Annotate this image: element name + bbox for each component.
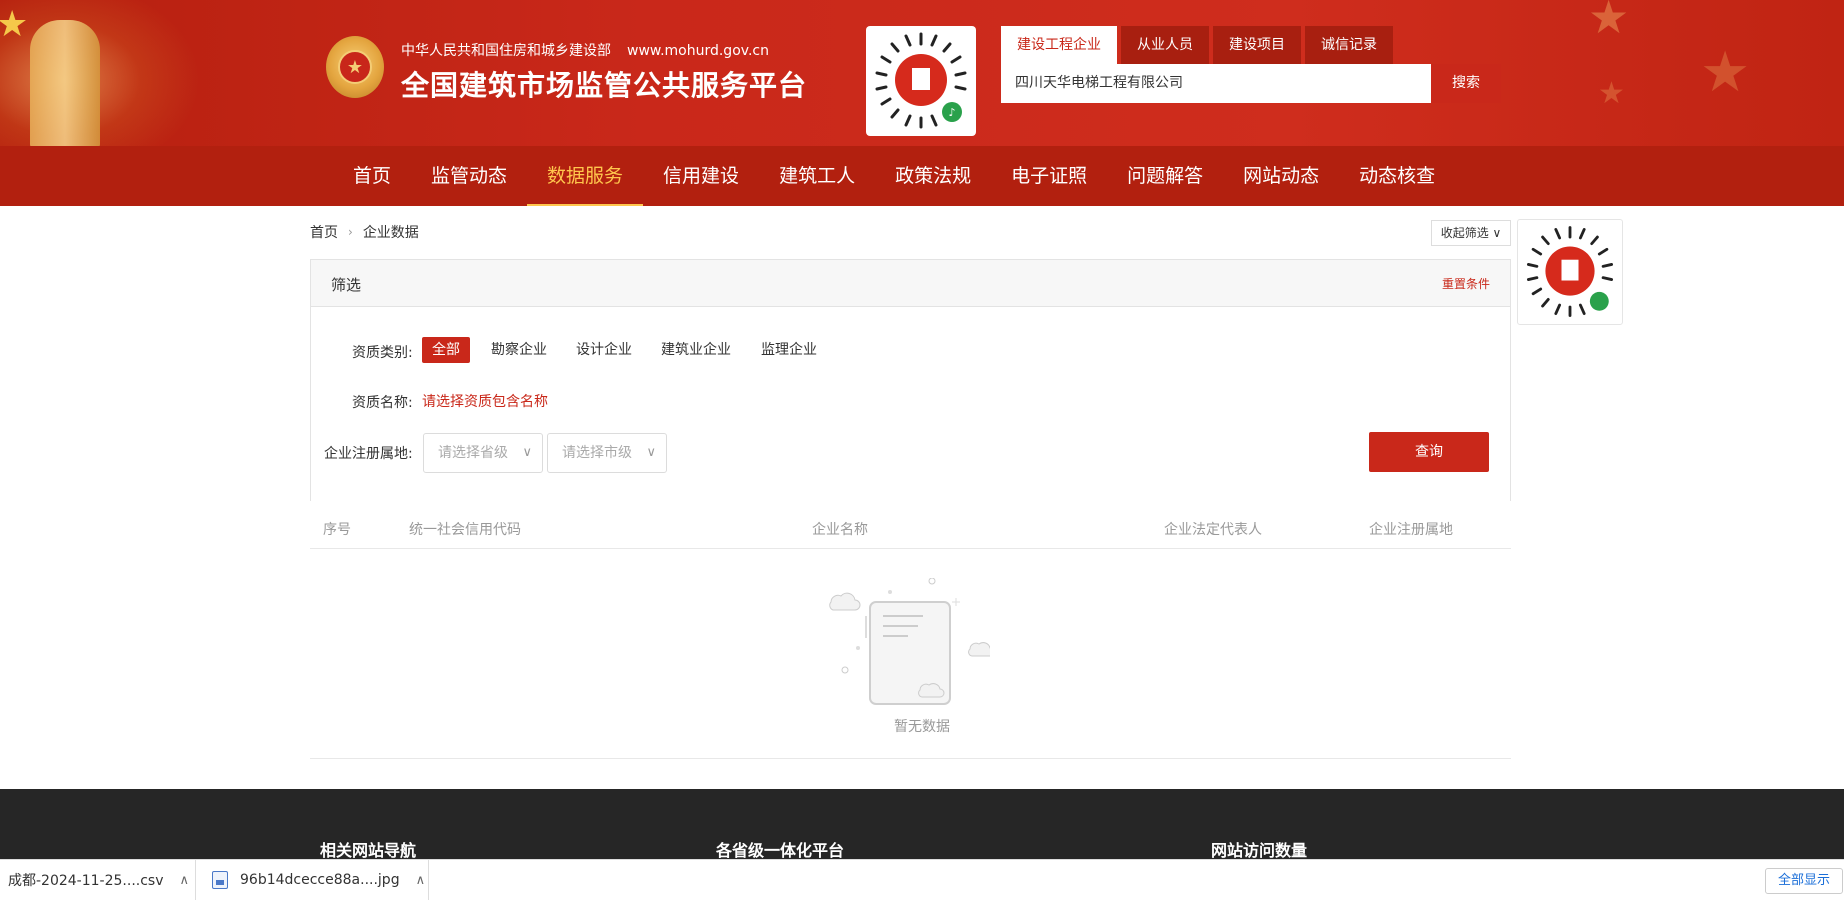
column-index: 序号 [323,522,351,538]
qual-type-construction[interactable]: 建筑业企业 [651,337,741,363]
collapse-filter-label: 收起筛选 [1440,226,1489,240]
nav-item-site-news[interactable]: 网站动态 [1223,146,1339,206]
province-select-placeholder: 请选择省级 [438,445,508,461]
site-url[interactable]: www.mohurd.gov.cn [627,43,769,59]
nav-item-workers[interactable]: 建筑工人 [759,146,875,206]
nav-item-policies[interactable]: 政策法规 [875,146,991,206]
filter-title: 筛选 [331,276,362,294]
search-tab-projects[interactable]: 建设项目 [1213,26,1301,64]
footer-visit-count: 网站访问数量 [1211,841,1308,860]
chevron-down-icon: ∨ [646,445,656,460]
search-tab-companies[interactable]: 建设工程企业 [1001,26,1117,64]
ministry-name: 中华人民共和国住房和城乡建设部 [401,43,611,59]
nav-item-credit[interactable]: 信用建设 [643,146,759,206]
breadcrumb-home[interactable]: 首页 [310,222,338,242]
star-icon: ★ [1588,0,1630,44]
qual-type-design[interactable]: 设计企业 [566,337,642,363]
download-item-csv[interactable]: 成都-2024-11-25....csv ∧ [8,860,189,900]
national-emblem-icon[interactable]: ★ [326,36,384,98]
breadcrumb: 首页 › 企业数据 [310,222,419,242]
star-icon: ★ [0,4,29,45]
reset-conditions-link[interactable]: 重置条件 [1442,275,1490,292]
qual-type-all[interactable]: 全部 [422,337,470,363]
star-icon: ★ [1598,76,1625,111]
chevron-down-icon: ∨ [1488,226,1502,240]
site-header: ★ ★ ★ ★ ★ 中华人民共和国住房和城乡建设部 www.mohurd.gov.… [0,0,1844,146]
download-jpg-filename: 96b14dcecce88a....jpg [240,872,400,888]
city-select[interactable]: 请选择市级 ∨ [547,433,667,473]
search-tab-credit-records[interactable]: 诚信记录 [1305,26,1393,64]
site-title[interactable]: 全国建筑市场监管公共服务平台 [401,64,807,104]
empty-data-text: 暂无数据 [894,719,950,735]
side-qr-code [1517,219,1623,325]
column-company-name: 企业名称 [812,522,868,538]
chevron-up-icon[interactable]: ∧ [416,873,426,888]
footer-provincial-platforms: 各省级一体化平台 [716,841,845,860]
filter-panel: 筛选 重置条件 资质类别: 全部 勘察企业 设计企业 建筑业企业 监理企业 资质… [310,259,1511,501]
column-credit-code: 统一社会信用代码 [409,522,521,538]
query-button[interactable]: 查询 [1369,432,1489,472]
chevron-down-icon: ∨ [522,445,532,460]
chevron-right-icon: › [348,225,353,239]
city-select-placeholder: 请选择市级 [562,445,632,461]
show-all-downloads-button[interactable]: 全部显示 [1765,868,1843,894]
star-icon: ★ [1700,40,1751,105]
nav-item-data-service[interactable]: 数据服务 [527,146,644,206]
province-select[interactable]: 请选择省级 ∨ [423,433,543,473]
nav-item-verification[interactable]: 动态核查 [1339,146,1455,206]
results-table-header: 序号 统一社会信用代码 企业名称 企业法定代表人 企业注册属地 [310,512,1511,549]
nav-item-faq[interactable]: 问题解答 [1107,146,1223,206]
qualification-type-label: 资质类别: [352,345,413,361]
download-bar: 成都-2024-11-25....csv ∧ 96b14dcecce88a...… [0,859,1844,900]
chevron-up-icon[interactable]: ∧ [180,873,190,888]
download-csv-filename: 成都-2024-11-25....csv [8,873,164,889]
nav-item-e-certificates[interactable]: 电子证照 [991,146,1107,206]
breadcrumb-current: 企业数据 [362,225,419,241]
search-input[interactable]: 四川天华电梯工程有限公司 [1001,64,1431,103]
search-tabs: 建设工程企业 从业人员 建设项目 诚信记录 [1001,26,1397,64]
svg-text:♪: ♪ [948,106,955,119]
qual-type-survey[interactable]: 勘察企业 [481,337,557,363]
registration-region-label: 企业注册属地: [324,446,413,462]
main-nav: 首页 监管动态 数据服务 信用建设 建筑工人 政策法规 电子证照 问题解答 网站… [0,146,1844,206]
column-registration-region: 企业注册属地 [1369,522,1453,538]
footer-related-sites: 相关网站导航 [320,841,417,860]
image-file-icon [212,871,228,889]
search-button[interactable]: 搜索 [1431,64,1501,103]
ministry-line: 中华人民共和国住房和城乡建设部 www.mohurd.gov.cn [401,40,769,60]
empty-data-illustration [828,577,995,708]
download-separator [195,860,196,900]
search-tab-practitioners[interactable]: 从业人员 [1121,26,1209,64]
qualification-name-label: 资质名称: [352,395,413,411]
mini-program-qr-code: ♪ [866,26,976,136]
collapse-filter-button[interactable]: 收起筛选 ∨ [1431,220,1511,246]
huabiao-pillar-image [30,20,100,146]
download-separator [428,860,429,900]
table-divider [310,758,1511,759]
download-item-jpg[interactable]: 96b14dcecce88a....jpg ∧ [212,860,425,900]
qualification-name-picker[interactable]: 请选择资质包含名称 [422,391,548,411]
qual-type-supervision[interactable]: 监理企业 [751,337,827,363]
nav-item-regulation-news[interactable]: 监管动态 [411,146,527,206]
nav-item-home[interactable]: 首页 [333,146,411,206]
column-legal-representative: 企业法定代表人 [1164,522,1262,538]
filter-header: 筛选 重置条件 [311,260,1510,307]
